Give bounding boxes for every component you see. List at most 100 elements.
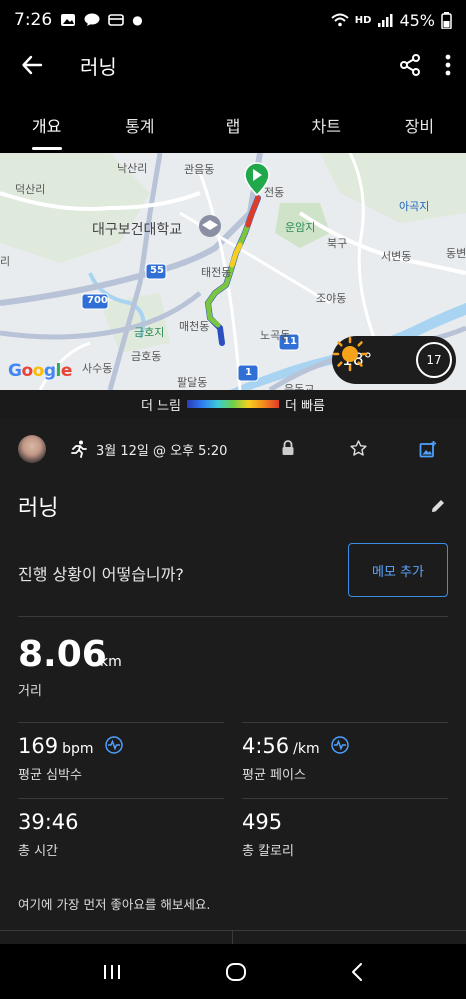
legend-fast: 더 빠름: [285, 398, 326, 414]
map-label-deoksan: 덕산리: [15, 183, 46, 196]
talk-icon: [84, 13, 100, 26]
wind-indicator: 17: [416, 342, 452, 378]
divider: [242, 798, 448, 799]
stat-value: 495: [242, 810, 283, 834]
legend-slow: 더 느림: [140, 398, 181, 414]
stat-value: 169: [18, 734, 59, 758]
add-memo-button[interactable]: 메모 추가: [348, 543, 448, 597]
divider: [232, 930, 233, 944]
road-shield-700: 700: [87, 295, 108, 306]
map-label-geumho: 금호동: [131, 350, 162, 363]
tab-charts[interactable]: 차트: [280, 100, 373, 150]
distance-value: 8.06: [18, 634, 107, 675]
wind-speed: 17: [426, 353, 442, 367]
progress-question: 진행 상황이 어떻습니까?: [18, 565, 184, 584]
divider: [18, 798, 224, 799]
signal-icon: [378, 14, 393, 27]
map-label-maecheon: 매천동: [179, 320, 210, 333]
running-icon: [71, 440, 87, 458]
map-label-joya: 조야동: [316, 292, 347, 305]
dot-icon: ●: [132, 13, 143, 27]
app-bar: 러닝: [0, 40, 466, 90]
favorite-button[interactable]: [323, 440, 393, 458]
battery-icon: [441, 11, 452, 29]
activity-meta-row: 3월 12일 @ 오후 5:20: [0, 432, 466, 466]
divider: [18, 616, 448, 617]
back-arrow-icon: [22, 55, 43, 75]
image-icon: [61, 14, 76, 26]
activity-summary: 3월 12일 @ 오후 5:20 러닝 진행 상황이 어떻습니까? 메모 추가 …: [0, 418, 466, 944]
map-label-ri: 리: [0, 255, 11, 268]
status-bar: 7:26 ● HD 45%: [0, 0, 466, 40]
map-label-paldal: 팔달동: [177, 376, 208, 389]
home-icon[interactable]: [225, 962, 247, 982]
route-map[interactable]: 낙산리 관음동 전동 덕산리 대구보건대학교 운암지 아곡지 북구 서변동 동변…: [0, 153, 466, 390]
stat-unit: bpm: [62, 741, 94, 757]
stat-avg-pace[interactable]: 4:56/km 평균 페이스: [242, 734, 349, 783]
star-icon: [350, 440, 367, 456]
stat-value: 4:56: [242, 734, 290, 758]
page-title: 러닝: [80, 54, 117, 79]
divider: [242, 722, 448, 723]
map-label-udo: 읍동교: [284, 383, 315, 390]
tab-stats[interactable]: 통계: [93, 100, 186, 150]
map-label-dongbyeon: 동변: [446, 247, 466, 260]
road-shield-11: 11: [283, 336, 297, 347]
activity-date: 3월 12일 @ 오후 5:20: [96, 443, 228, 459]
weather-chip: 18° 17: [332, 336, 456, 384]
map-label-sasu: 사수동: [82, 362, 113, 375]
stat-label: 평균 심박수: [18, 768, 82, 783]
stat-value: 39:46: [18, 810, 79, 834]
divider: [18, 722, 224, 723]
activity-title: 러닝: [18, 496, 59, 521]
share-icon[interactable]: [398, 53, 422, 77]
more-vert-icon[interactable]: [444, 53, 452, 77]
distance-label: 거리: [18, 684, 42, 699]
map-label-unamji: 운암지: [285, 221, 316, 234]
divider: [0, 930, 466, 931]
road-shield-55: 55: [150, 265, 164, 276]
edit-icon[interactable]: [430, 498, 446, 514]
tab-overview[interactable]: 개요: [0, 100, 93, 150]
stat-unit: /km: [293, 741, 320, 757]
lock-icon: [282, 440, 294, 455]
like-prompt: 여기에 가장 먼저 좋아요를 해보세요.: [18, 897, 211, 912]
hd-voice-label: HD: [354, 14, 372, 26]
add-photo-button[interactable]: [393, 440, 463, 458]
map-label-geumhoji: 금호지: [134, 326, 165, 339]
heart-rate-icon: [104, 736, 123, 754]
tab-equipment[interactable]: 장비: [373, 100, 466, 150]
stat-label: 총 칼로리: [242, 844, 294, 859]
tab-laps[interactable]: 랩: [186, 100, 279, 150]
battery-percent: 45%: [399, 10, 435, 30]
back-nav-icon[interactable]: [350, 962, 364, 982]
map-label-bukgu: 북구: [327, 237, 348, 250]
map-label-taejeon: 태전동: [201, 266, 232, 279]
back-button[interactable]: [0, 40, 64, 90]
stat-total-calories: 495 총 칼로리: [242, 810, 294, 859]
map-label-gwaneum: 관음동: [184, 163, 215, 176]
stat-label: 총 시간: [18, 844, 59, 859]
status-time: 7:26: [14, 10, 53, 30]
google-logo: Google: [8, 361, 72, 381]
map-label-naksan: 낙산리: [117, 162, 148, 175]
tab-bar: 개요 통계 랩 차트 장비: [0, 100, 466, 150]
map-label-seobyeon: 서변동: [381, 250, 412, 263]
university-icon: [199, 215, 221, 237]
sun-icon: [332, 336, 368, 372]
privacy-button[interactable]: [253, 440, 323, 458]
map-label-univ: 대구보건대학교: [92, 222, 183, 238]
map-label-akokji: 아곡지: [399, 200, 430, 213]
road-shield-1: 1: [245, 367, 252, 378]
avatar[interactable]: [18, 435, 46, 463]
system-nav-bar: [0, 944, 466, 999]
add-photo-icon: [419, 441, 437, 458]
distance-unit: km: [100, 654, 122, 670]
pace-legend: 더 느림 더 빠름: [0, 390, 466, 418]
recent-apps-icon[interactable]: [102, 963, 122, 981]
wifi-icon: [331, 13, 349, 27]
map-label-seondong: 전동: [264, 186, 285, 199]
stat-avg-heart-rate[interactable]: 169 bpm 평균 심박수: [18, 734, 123, 783]
stat-label: 평균 페이스: [242, 768, 306, 783]
pace-icon: [330, 736, 349, 754]
